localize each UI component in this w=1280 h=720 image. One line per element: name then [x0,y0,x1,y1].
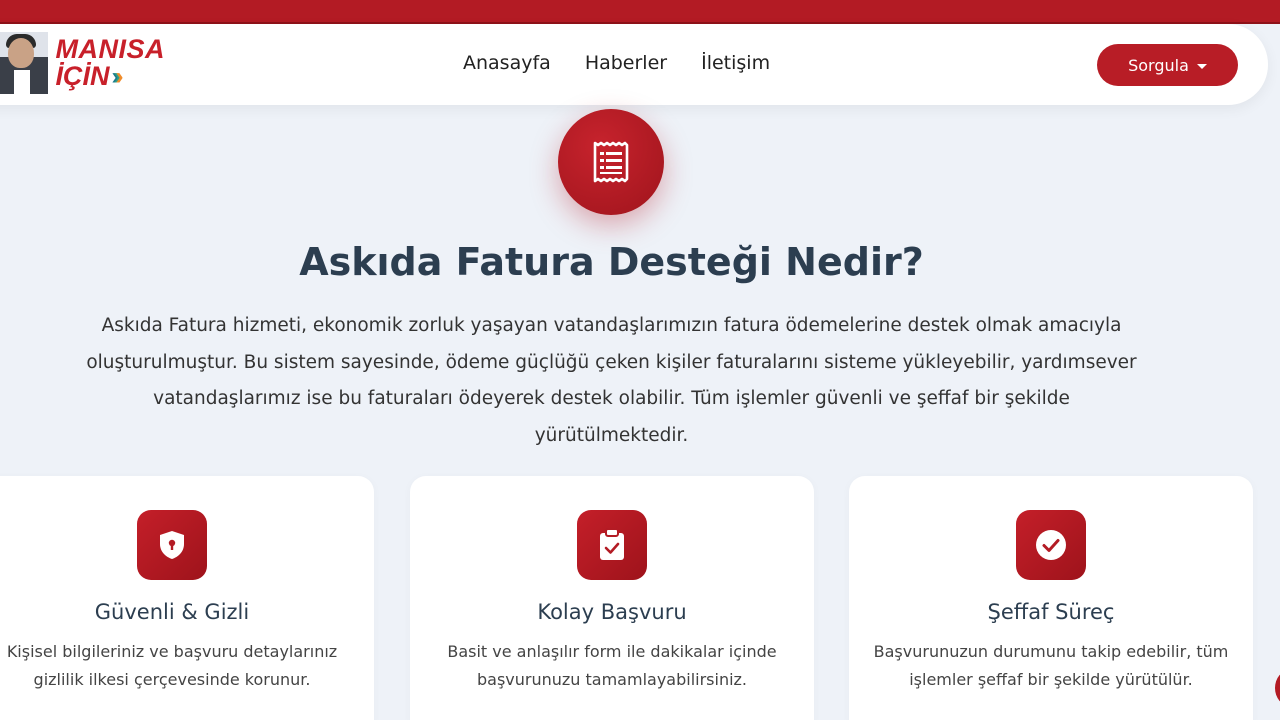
caret-down-icon [1196,63,1207,69]
logo-line-1: MANISA [55,34,165,64]
nav-link-iletisim[interactable]: İletişim [701,52,770,74]
feature-text: Basit ve anlaşılır form ile dakikalar iç… [447,642,777,689]
logo-line-2: İÇİN [55,61,110,91]
logo-wordmark: MANISA İÇİN ››› [55,34,166,91]
check-circle-icon [1016,510,1086,580]
feature-card-secure: Güvenli & Gizli Kişisel bilgileriniz ve … [0,476,374,720]
feature-title: Şeffaf Süreç [987,600,1115,624]
clipboard-check-icon [577,510,647,580]
feature-text: Başvurunuzun durumunu takip edebilir, tü… [873,642,1229,689]
nav-link-anasayfa[interactable]: Anasayfa [463,52,551,74]
receipt-icon [558,109,664,215]
chevrons-icon: ››› [111,63,124,90]
sorgula-dropdown-button[interactable]: Sorgula [1097,44,1238,86]
mayor-portrait [0,32,48,94]
shield-lock-icon [137,510,207,580]
main-nav: Anasayfa Haberler İletişim [463,52,770,74]
nav-link-haberler[interactable]: Haberler [585,52,667,74]
top-accent-bar [0,0,1280,24]
floating-action-button[interactable] [1275,670,1280,706]
feature-text: Kişisel bilgileriniz ve başvuru detaylar… [6,642,338,689]
feature-title: Kolay Başvuru [537,600,687,624]
feature-card-transparent: Şeffaf Süreç Başvurunuzun durumunu takip… [849,476,1253,720]
sorgula-label: Sorgula [1128,55,1189,75]
intro-paragraph: Askıda Fatura hizmeti, ekonomik zorluk y… [86,315,1137,446]
site-logo[interactable]: MANISA İÇİN ››› [0,30,165,96]
feature-title: Güvenli & Gizli [94,600,250,624]
page-title: Askıda Fatura Desteği Nedir? [299,240,924,284]
feature-card-easy: Kolay Başvuru Basit ve anlaşılır form il… [410,476,814,720]
